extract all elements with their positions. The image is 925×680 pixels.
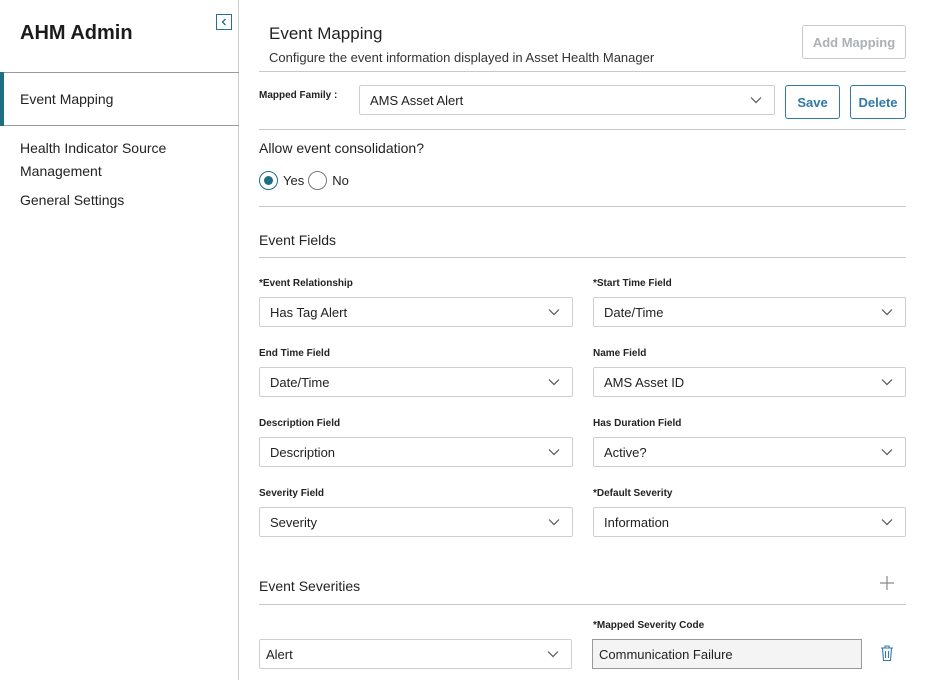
divider [259, 206, 906, 207]
chevron-down-icon [548, 309, 560, 316]
sidebar-item-health-indicator-source-management[interactable]: Health Indicator Source Management [0, 137, 239, 185]
page-subtitle: Configure the event information displaye… [269, 50, 655, 65]
divider [259, 71, 906, 72]
chevron-down-icon [548, 379, 560, 386]
severity-row-select[interactable]: Alert [259, 639, 572, 669]
description-field-value: Description [270, 444, 336, 460]
consolidation-no-label: No [332, 173, 349, 188]
description-field-label: Description Field [259, 418, 341, 429]
chevron-down-icon [548, 519, 560, 526]
start-time-field-value: Date/Time [604, 304, 664, 320]
sidebar-item-label: General Settings [20, 192, 125, 208]
mapped-severity-code-label: *Mapped Severity Code [593, 620, 705, 631]
name-field-label: Name Field [593, 348, 647, 359]
has-duration-field-select[interactable]: Active? [593, 437, 906, 467]
event-relationship-select[interactable]: Has Tag Alert [259, 297, 573, 327]
chevron-down-icon [881, 519, 893, 526]
event-relationship-value: Has Tag Alert [270, 304, 348, 320]
divider [259, 129, 906, 130]
event-relationship-label: *Event Relationship [259, 278, 353, 289]
add-severity-plus-icon[interactable] [879, 575, 895, 591]
default-severity-select[interactable]: Information [593, 507, 906, 537]
name-field-value: AMS Asset ID [604, 374, 685, 390]
add-mapping-button[interactable]: Add Mapping [802, 25, 906, 59]
description-field-select[interactable]: Description [259, 437, 573, 467]
chevron-down-icon [548, 449, 560, 456]
divider [259, 604, 906, 605]
delete-button[interactable]: Delete [850, 85, 906, 119]
page-title: Event Mapping [269, 24, 383, 43]
start-time-field-label: *Start Time Field [593, 278, 672, 289]
save-button[interactable]: Save [785, 85, 840, 119]
trash-icon[interactable] [879, 644, 895, 662]
mapped-severity-code-value: Communication Failure [599, 646, 733, 662]
chevron-down-icon [881, 309, 893, 316]
collapse-sidebar-button[interactable] [216, 14, 232, 30]
event-consolidation-question: Allow event consolidation? [259, 140, 424, 156]
end-time-field-label: End Time Field [259, 348, 330, 359]
chevron-down-icon [547, 651, 559, 658]
severity-field-label: Severity Field [259, 488, 325, 499]
consolidation-yes-label: Yes [283, 173, 305, 188]
sidebar-item-event-mapping[interactable]: Event Mapping [0, 72, 239, 126]
name-field-select[interactable]: AMS Asset ID [593, 367, 906, 397]
sidebar-item-label: Health Indicator Source Management [20, 140, 167, 179]
consolidation-no-radio[interactable] [308, 171, 328, 190]
severity-field-value: Severity [270, 514, 317, 530]
mapped-family-label: Mapped Family : [259, 90, 338, 101]
divider [259, 257, 906, 258]
radio-selected-dot [264, 176, 273, 185]
chevron-left-icon [221, 18, 226, 26]
app-title: AHM Admin [20, 22, 133, 44]
event-severities-title: Event Severities [259, 578, 361, 594]
end-time-field-value: Date/Time [270, 374, 330, 390]
sidebar-nav: Event Mapping Health Indicator Source Ma… [0, 72, 239, 212]
chevron-down-icon [881, 379, 893, 386]
mapped-severity-code-input[interactable]: Communication Failure [592, 639, 862, 669]
event-consolidation-radio-group: Yes No [259, 171, 353, 190]
default-severity-value: Information [604, 514, 670, 530]
mapped-family-select[interactable]: AMS Asset Alert [359, 85, 775, 115]
sidebar: AHM Admin Event Mapping Health Indicator… [0, 0, 239, 680]
sidebar-item-label: Event Mapping [20, 90, 114, 107]
severity-row-value: Alert [266, 646, 293, 662]
consolidation-yes-radio[interactable] [259, 171, 278, 190]
end-time-field-select[interactable]: Date/Time [259, 367, 573, 397]
has-duration-field-label: Has Duration Field [593, 418, 682, 429]
sidebar-item-general-settings[interactable]: General Settings [0, 189, 239, 212]
severity-field-select[interactable]: Severity [259, 507, 573, 537]
start-time-field-select[interactable]: Date/Time [593, 297, 906, 327]
chevron-down-icon [750, 97, 762, 104]
default-severity-label: *Default Severity [593, 488, 673, 499]
chevron-down-icon [881, 449, 893, 456]
event-fields-title: Event Fields [259, 232, 337, 248]
has-duration-field-value: Active? [604, 444, 647, 460]
mapped-family-value: AMS Asset Alert [370, 92, 464, 108]
